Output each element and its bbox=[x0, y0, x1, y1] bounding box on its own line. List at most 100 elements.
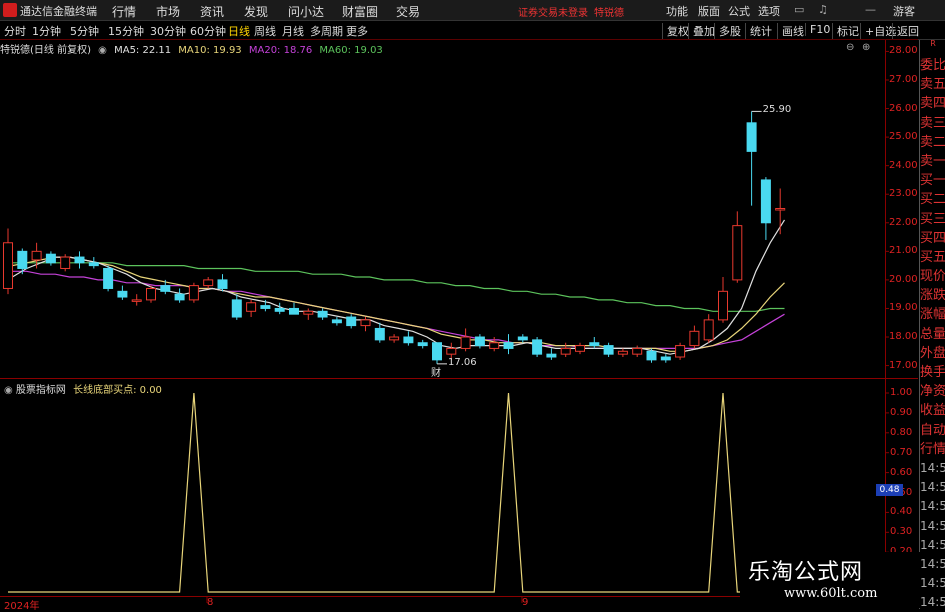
sidebar-item-17[interactable]: 净资 bbox=[920, 382, 945, 401]
candle-body bbox=[460, 336, 471, 349]
price-tick-label: 17.00 bbox=[889, 359, 918, 371]
sidebar-item-2[interactable]: 卖四 bbox=[920, 94, 945, 113]
sidebar-item-12[interactable]: 涨跌 bbox=[920, 286, 945, 305]
candle-body bbox=[403, 336, 414, 344]
date-year: 2024年 bbox=[4, 601, 40, 612]
sidebar-item-13[interactable]: 涨幅 bbox=[920, 305, 945, 324]
candle-body bbox=[560, 347, 571, 355]
price-tick-label: 26.00 bbox=[889, 102, 918, 114]
candle-body bbox=[446, 347, 457, 355]
price-tick-label: 19.00 bbox=[889, 302, 918, 314]
sidebar-item-5[interactable]: 卖一 bbox=[920, 152, 945, 171]
candle-body bbox=[746, 122, 757, 152]
sidebar-auto-2[interactable]: 行情 bbox=[920, 440, 945, 459]
candle-body bbox=[146, 287, 156, 301]
candle-body bbox=[303, 310, 314, 315]
indicator-tick-label: 0.80 bbox=[890, 426, 913, 438]
candle-body bbox=[17, 250, 28, 269]
candle-body bbox=[546, 353, 557, 358]
candle-body bbox=[646, 350, 657, 361]
indicator-tick-label: 0.70 bbox=[890, 446, 913, 458]
candle-body bbox=[188, 285, 199, 301]
price-tick-label: 21.00 bbox=[889, 245, 918, 257]
candle-body bbox=[589, 342, 600, 347]
sidebar-time-6: 14:50 bbox=[920, 576, 945, 591]
candle-body bbox=[617, 350, 628, 355]
candle-body bbox=[45, 253, 56, 264]
candle-body bbox=[331, 319, 342, 324]
candle-body bbox=[775, 208, 786, 211]
candle-body bbox=[131, 299, 142, 302]
sidebar-item-0[interactable]: 委比 bbox=[920, 56, 945, 75]
sidebar-time-5: 14:50 bbox=[920, 556, 945, 571]
candle-body bbox=[231, 299, 242, 318]
sidebar-item-3[interactable]: 卖三 bbox=[920, 114, 945, 133]
quote-sidebar: R 委比 卖五 卖四 卖三 卖二 卖一 买一 买二 买三 买四 买五 现价 涨跌… bbox=[919, 40, 945, 609]
candle-body bbox=[103, 267, 114, 289]
sidebar-item-10[interactable]: 买五 bbox=[920, 248, 945, 267]
ma5-line bbox=[11, 219, 786, 355]
candle-body bbox=[432, 342, 442, 361]
candle-body bbox=[246, 302, 257, 312]
sidebar-time-7: 14:50 bbox=[920, 595, 945, 610]
sidebar-item-15[interactable]: 外盘 bbox=[920, 344, 945, 363]
candle-body bbox=[760, 179, 771, 224]
sidebar-auto-1[interactable]: 自动 bbox=[920, 421, 945, 440]
candle-body bbox=[174, 293, 185, 301]
price-tick-label: 23.00 bbox=[889, 188, 918, 200]
candle-body bbox=[374, 327, 385, 341]
candle-body bbox=[689, 330, 700, 347]
kline-chart[interactable] bbox=[0, 0, 919, 609]
candle-body bbox=[632, 347, 643, 355]
finance-mark[interactable]: 财 bbox=[431, 364, 441, 379]
sidebar-item-9[interactable]: 买四 bbox=[920, 229, 945, 248]
watermark-url: www.60lt.com bbox=[784, 586, 878, 601]
sidebar-item-11[interactable]: 现价 bbox=[920, 267, 945, 286]
sidebar-item-6[interactable]: 买一 bbox=[920, 171, 945, 190]
sidebar-item-18[interactable]: 收益 bbox=[920, 401, 945, 420]
candle-body bbox=[346, 316, 357, 327]
indicator-name: 股票指标网 bbox=[15, 385, 66, 396]
sidebar-time-2: 14:50 bbox=[920, 499, 945, 514]
indicator-tick-label: 0.40 bbox=[890, 506, 913, 518]
low-price-label: 17.06 bbox=[448, 356, 477, 368]
price-tick-label: 27.00 bbox=[889, 73, 918, 85]
candle-body bbox=[217, 279, 228, 289]
candle-body bbox=[60, 256, 71, 269]
candle-body bbox=[660, 356, 671, 361]
sidebar-item-14[interactable]: 总量 bbox=[920, 325, 945, 344]
date-month-9: 9 bbox=[522, 597, 529, 608]
price-tick-label: 20.00 bbox=[889, 273, 918, 285]
candle-body bbox=[517, 336, 528, 341]
sidebar-item-7[interactable]: 买二 bbox=[920, 190, 945, 209]
candle-body bbox=[489, 342, 500, 349]
high-price-label: 25.90 bbox=[762, 104, 792, 116]
sidebar-item-16[interactable]: 换手 bbox=[920, 363, 945, 382]
candle-body bbox=[203, 279, 214, 287]
price-tick-label: 25.00 bbox=[889, 131, 918, 143]
indicator-settings-icon[interactable]: ◉ bbox=[4, 385, 13, 396]
indicator-current-value: 0.48 bbox=[876, 484, 903, 496]
sidebar-time-1: 14:50 bbox=[920, 480, 945, 495]
sidebar-item-1[interactable]: 卖五 bbox=[920, 75, 945, 94]
indicator-tick-label: 0.30 bbox=[890, 526, 913, 538]
candle-body bbox=[117, 290, 128, 298]
price-tick-label: 24.00 bbox=[889, 159, 918, 171]
candle-body bbox=[532, 339, 543, 355]
indicator-tick-label: 0.60 bbox=[890, 466, 913, 478]
candle-body bbox=[474, 336, 485, 347]
candle-body bbox=[317, 310, 328, 318]
candle-body bbox=[274, 307, 285, 312]
sidebar-marker: R bbox=[930, 39, 936, 48]
indicator-line-label: 长线底部买点: 0.00 bbox=[73, 385, 162, 396]
candle-body bbox=[74, 256, 85, 264]
candle-body bbox=[160, 285, 171, 292]
indicator-legend: ◉ 股票指标网 长线底部买点: 0.00 bbox=[4, 381, 162, 396]
sidebar-time-0: 14:50 bbox=[920, 460, 945, 475]
price-tick-label: 18.00 bbox=[889, 331, 918, 343]
candle-body bbox=[675, 345, 686, 358]
candle-body bbox=[718, 290, 728, 321]
sidebar-item-8[interactable]: 买三 bbox=[920, 210, 945, 229]
candle-body bbox=[703, 319, 714, 341]
sidebar-item-4[interactable]: 卖二 bbox=[920, 133, 945, 152]
